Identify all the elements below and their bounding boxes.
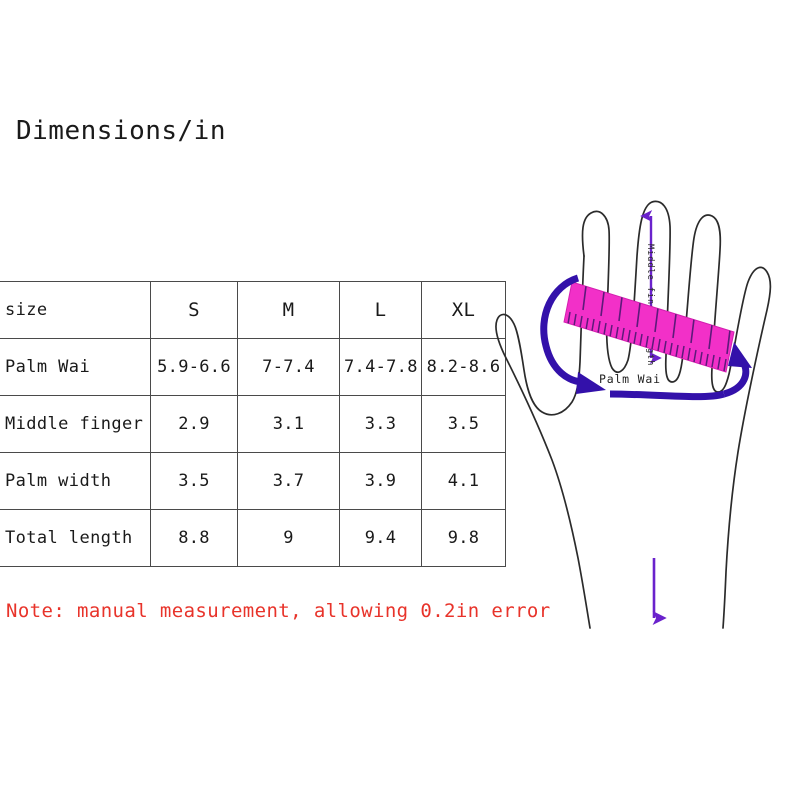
column-header-xl: XL: [421, 281, 506, 339]
cell-palm-wai-s: 5.9-6.6: [150, 338, 238, 396]
cell-palm-width-m: 3.7: [237, 452, 340, 510]
cell-total-length-s: 8.8: [150, 509, 238, 567]
measurement-note: Note: manual measurement, allowing 0.2in…: [6, 600, 551, 622]
cell-middle-finger-s: 2.9: [150, 395, 238, 453]
cell-total-length-m: 9: [237, 509, 340, 567]
cell-palm-width-s: 3.5: [150, 452, 238, 510]
cell-middle-finger-xl: 3.5: [421, 395, 506, 453]
cell-palm-wai-m: 7-7.4: [237, 338, 340, 396]
column-header-l: L: [339, 281, 422, 339]
size-table: size S M L XL Palm Wai 5.9-6.6 7-7.4 7.4…: [0, 281, 506, 567]
hand-outline: [495, 200, 772, 629]
table-row: Middle finger 2.9 3.1 3.3 3.5: [0, 395, 506, 453]
cell-total-length-xl: 9.8: [421, 509, 506, 567]
column-header-m: M: [237, 281, 340, 339]
table-header-row: size S M L XL: [0, 281, 506, 339]
cell-total-length-l: 9.4: [339, 509, 422, 567]
cell-palm-wai-l: 7.4-7.8: [339, 338, 422, 396]
table-row: Total length 8.8 9 9.4 9.8: [0, 509, 506, 567]
page-title: Dimensions/in: [16, 116, 226, 146]
cell-palm-wai-xl: 8.2-8.6: [421, 338, 506, 396]
column-header-size: size: [0, 281, 151, 339]
cell-palm-width-l: 3.9: [339, 452, 422, 510]
row-label-total-length: Total length: [0, 509, 151, 567]
row-label-palm-width: Palm width: [0, 452, 151, 510]
column-header-s: S: [150, 281, 238, 339]
cell-middle-finger-m: 3.1: [237, 395, 340, 453]
size-table-container: size S M L XL Palm Wai 5.9-6.6 7-7.4 7.4…: [0, 281, 506, 567]
row-label-palm-wai: Palm Wai: [0, 338, 151, 396]
cell-middle-finger-l: 3.3: [339, 395, 422, 453]
palm-wai-label: Palm Wai: [599, 372, 661, 386]
cell-palm-width-xl: 4.1: [421, 452, 506, 510]
hand-measurement-diagram: Middle finger length Palm Wai: [494, 186, 800, 646]
table-row: Palm Wai 5.9-6.6 7-7.4 7.4-7.8 8.2-8.6: [0, 338, 506, 396]
table-row: Palm width 3.5 3.7 3.9 4.1: [0, 452, 506, 510]
row-label-middle-finger: Middle finger: [0, 395, 151, 453]
